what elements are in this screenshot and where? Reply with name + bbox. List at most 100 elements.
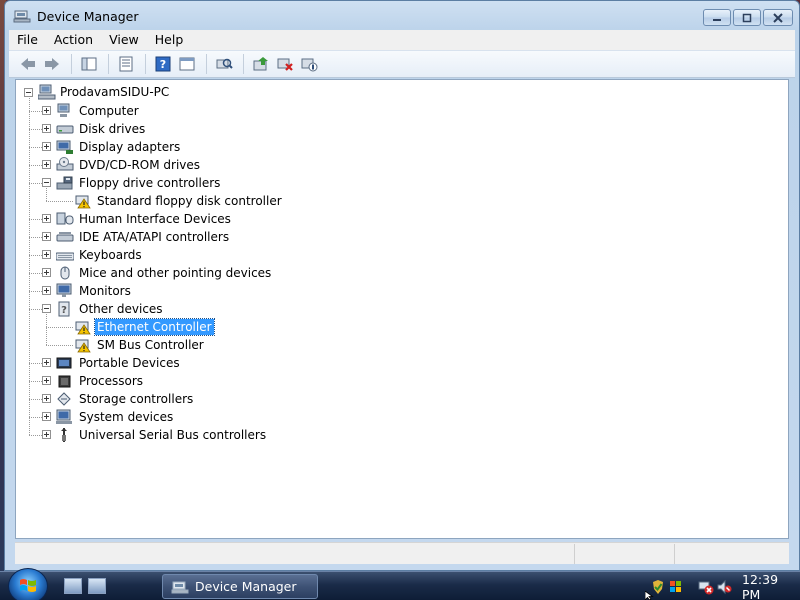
tree-item-label[interactable]: Disk drives (77, 121, 147, 137)
tree-connector (29, 111, 42, 112)
expand-toggle[interactable] (42, 124, 51, 133)
status-cell-3 (675, 544, 787, 564)
show-hide-tree-button[interactable] (78, 53, 100, 75)
minimize-button[interactable] (703, 9, 731, 26)
tree-item-label-selected[interactable]: Ethernet Controller (94, 318, 215, 336)
expand-toggle[interactable] (42, 232, 51, 241)
forward-button[interactable] (41, 53, 63, 75)
portable-device-icon (56, 355, 74, 371)
device-tree-pane[interactable]: ProdavamSIDU-PC Computer Disk drives Displ… (15, 79, 789, 539)
system-devices-icon (56, 409, 74, 425)
tree-connector (46, 327, 74, 328)
menu-view[interactable]: View (101, 30, 147, 50)
tree-item-label[interactable]: Mice and other pointing devices (77, 265, 273, 281)
tree-item-label[interactable]: DVD/CD-ROM drives (77, 157, 202, 173)
back-button[interactable] (17, 53, 39, 75)
view-button[interactable] (176, 53, 198, 75)
toolbar-separator (71, 54, 72, 74)
svg-text:?: ? (160, 58, 166, 71)
tree-item-label[interactable]: Processors (77, 373, 145, 389)
taskbar-device-manager-button[interactable]: Device Manager (162, 574, 318, 599)
start-button[interactable] (8, 568, 48, 600)
tree-connector (29, 183, 42, 184)
tree-item-label[interactable]: System devices (77, 409, 175, 425)
uninstall-icon (277, 58, 293, 71)
menu-help[interactable]: Help (147, 30, 192, 50)
menu-bar: File Action View Help (9, 30, 795, 50)
volume-muted-icon[interactable] (716, 579, 732, 595)
warning-device-icon (74, 319, 92, 335)
show-desktop-icon[interactable] (64, 578, 82, 594)
back-icon (21, 58, 35, 70)
keyboard-icon (56, 247, 74, 263)
scan-hardware-button[interactable] (213, 53, 235, 75)
device-manager-icon (13, 8, 31, 24)
tree-item-label[interactable]: Portable Devices (77, 355, 182, 371)
tree-connector (46, 201, 74, 202)
disk-drive-icon (56, 121, 74, 137)
tree-connector (29, 129, 42, 130)
tree-item-label[interactable]: SM Bus Controller (95, 337, 206, 353)
status-cell-2 (575, 544, 675, 564)
tree-item-label[interactable]: Monitors (77, 283, 133, 299)
tree-item-label[interactable]: Floppy drive controllers (77, 175, 222, 191)
close-button[interactable] (763, 9, 793, 26)
expand-toggle[interactable] (42, 286, 51, 295)
tree-item-label[interactable]: Computer (77, 103, 141, 119)
help-button[interactable]: ? (152, 53, 174, 75)
clock[interactable]: 12:39 PM (742, 572, 800, 600)
tree-connector (29, 435, 42, 436)
tree-item-label[interactable]: Keyboards (77, 247, 144, 263)
expand-toggle[interactable] (42, 268, 51, 277)
expand-toggle[interactable] (42, 358, 51, 367)
collapse-toggle[interactable] (24, 88, 33, 97)
expand-toggle[interactable] (42, 160, 51, 169)
tree-connector (29, 219, 42, 220)
collapse-toggle[interactable] (42, 178, 51, 187)
expand-toggle[interactable] (42, 250, 51, 259)
tree-item-label[interactable]: Display adapters (77, 139, 182, 155)
hid-icon (56, 211, 74, 227)
tree-item-label[interactable]: Other devices (77, 301, 165, 317)
expand-toggle[interactable] (42, 214, 51, 223)
tree-connector (29, 363, 42, 364)
device-tree: ProdavamSIDU-PC Computer Disk drives Displ… (16, 80, 788, 538)
expand-toggle[interactable] (42, 376, 51, 385)
toolbar-separator (206, 54, 207, 74)
computer-icon (56, 103, 74, 119)
tree-connector (29, 237, 42, 238)
tree-item-label[interactable]: Storage controllers (77, 391, 195, 407)
windows-logo-icon (20, 579, 36, 592)
tree-connector (29, 273, 42, 274)
close-icon (773, 12, 783, 23)
windows-update-icon[interactable] (668, 579, 684, 595)
switch-windows-icon[interactable] (88, 578, 106, 594)
tree-item-label[interactable]: Universal Serial Bus controllers (77, 427, 268, 443)
tree-item-label[interactable]: IDE ATA/ATAPI controllers (77, 229, 231, 245)
collapse-toggle[interactable] (42, 304, 51, 313)
menu-action[interactable]: Action (46, 30, 101, 50)
tree-item-label[interactable]: Human Interface Devices (77, 211, 233, 227)
maximize-button[interactable] (733, 9, 761, 26)
uninstall-button[interactable] (274, 53, 296, 75)
tree-item-label[interactable]: Standard floppy disk controller (95, 193, 284, 209)
tree-connector (29, 381, 42, 382)
network-disconnected-icon[interactable] (698, 579, 714, 595)
expand-toggle[interactable] (42, 430, 51, 439)
update-driver-icon (253, 57, 268, 71)
properties-button[interactable] (115, 53, 137, 75)
title-bar[interactable]: Device Manager (5, 1, 799, 31)
expand-toggle[interactable] (42, 142, 51, 151)
disable-icon (301, 58, 318, 72)
update-driver-button[interactable] (250, 53, 272, 75)
disable-button[interactable] (298, 53, 320, 75)
system-tray: 12:39 PM (644, 572, 800, 600)
expand-toggle[interactable] (42, 106, 51, 115)
tree-root-label[interactable]: ProdavamSIDU-PC (58, 84, 171, 100)
warning-device-icon (74, 337, 92, 353)
expand-toggle[interactable] (42, 412, 51, 421)
expand-toggle[interactable] (42, 394, 51, 403)
mouse-icon (56, 265, 74, 281)
tree-connector (29, 399, 42, 400)
menu-file[interactable]: File (9, 30, 46, 50)
